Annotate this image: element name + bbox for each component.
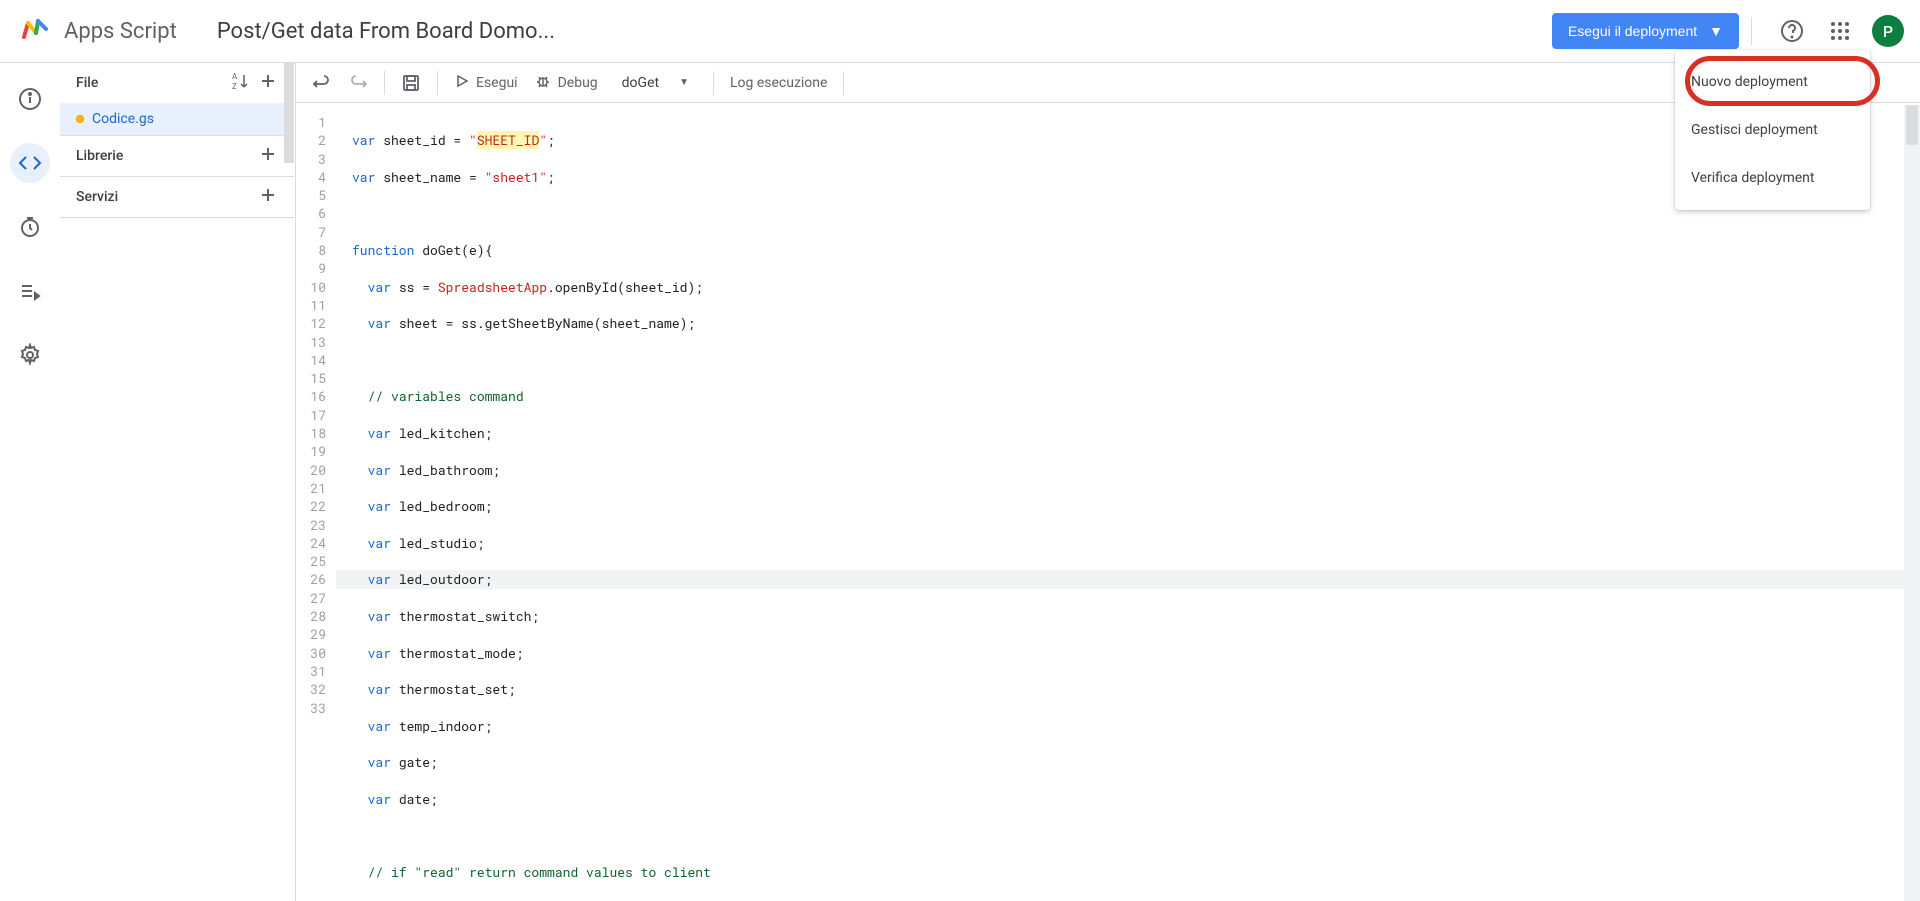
add-library-icon[interactable]: [258, 144, 278, 168]
verify-deployment-item[interactable]: Verifica deployment: [1675, 154, 1870, 202]
deploy-button-label: Esegui il deployment: [1568, 23, 1697, 39]
function-selector[interactable]: doGet ▼: [614, 75, 697, 91]
file-item-codice[interactable]: Codice.gs: [60, 103, 294, 135]
file-sidebar: File AZ Codice.gs Librerie: [60, 63, 295, 901]
project-title[interactable]: Post/Get data From Board Domo...: [217, 19, 1552, 44]
apps-script-logo: [16, 13, 52, 49]
sidebar-scrollbar[interactable]: [284, 63, 294, 163]
apps-grid-icon[interactable]: [1820, 11, 1860, 51]
add-file-icon[interactable]: [258, 71, 278, 95]
manage-deployment-item[interactable]: Gestisci deployment: [1675, 106, 1870, 154]
editor-scrollbar-track[interactable]: [1904, 105, 1920, 901]
svg-text:Z: Z: [232, 82, 237, 91]
new-deployment-item[interactable]: Nuovo deployment: [1675, 58, 1870, 106]
undo-icon[interactable]: [312, 73, 332, 93]
function-selected-label: doGet: [622, 75, 659, 91]
clock-icon[interactable]: [10, 207, 50, 247]
line-gutter: 1234567891011121314151617181920212223242…: [296, 103, 336, 901]
info-icon[interactable]: [10, 79, 50, 119]
run-button[interactable]: Esegui: [454, 73, 518, 93]
run-label: Esegui: [476, 75, 518, 91]
log-label: Log esecuzione: [730, 75, 827, 91]
user-avatar[interactable]: P: [1872, 15, 1904, 47]
file-section-title: File: [76, 75, 98, 91]
separator: [1751, 17, 1752, 45]
editor-scrollbar-thumb[interactable]: [1906, 105, 1918, 145]
file-name-label: Codice.gs: [92, 111, 154, 127]
code-editor[interactable]: 1234567891011121314151617181920212223242…: [296, 103, 1920, 901]
execution-log-button[interactable]: Log esecuzione: [730, 75, 827, 91]
debug-button[interactable]: Debug: [534, 72, 598, 94]
bug-icon: [534, 72, 552, 94]
save-icon[interactable]: [401, 73, 421, 93]
deploy-dropdown: Nuovo deployment Gestisci deployment Ver…: [1675, 50, 1870, 210]
play-icon: [454, 73, 470, 93]
add-service-icon[interactable]: [258, 185, 278, 209]
svg-text:A: A: [232, 72, 238, 81]
deploy-button[interactable]: Esegui il deployment ▼: [1552, 13, 1739, 49]
chevron-down-icon: ▼: [679, 77, 689, 88]
left-rail: [0, 63, 60, 901]
app-header: Apps Script Post/Get data From Board Dom…: [0, 0, 1920, 63]
unsaved-indicator-icon: [76, 115, 84, 123]
services-section-title: Servizi: [76, 189, 118, 205]
debug-label: Debug: [558, 75, 598, 91]
redo-icon[interactable]: [348, 73, 368, 93]
sort-az-icon[interactable]: AZ: [230, 71, 250, 95]
help-icon[interactable]: [1772, 11, 1812, 51]
chevron-down-icon: ▼: [1709, 23, 1723, 39]
app-name: Apps Script: [64, 19, 177, 44]
settings-icon[interactable]: [10, 335, 50, 375]
libraries-section-title: Librerie: [76, 148, 123, 164]
editor-icon[interactable]: [10, 143, 50, 183]
code-content[interactable]: var sheet_id = "SHEET_ID"; var sheet_nam…: [336, 103, 1920, 901]
executions-icon[interactable]: [10, 271, 50, 311]
